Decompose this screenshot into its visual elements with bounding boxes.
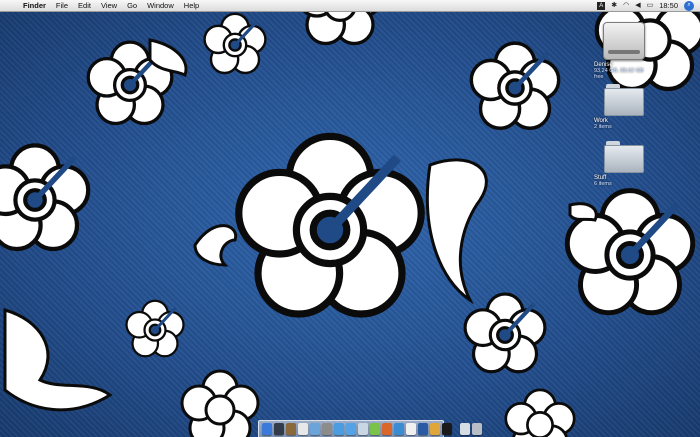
stuff-folder-label: Stuff 6 items xyxy=(594,175,654,187)
menu-file[interactable]: File xyxy=(56,0,68,11)
desktop-icon-stuff[interactable]: Stuff 6 items xyxy=(574,141,674,187)
dock-dashboard-icon[interactable] xyxy=(274,423,284,435)
desktop-icon-work[interactable]: Work 2 items xyxy=(574,84,674,130)
menu-extras: A ✱ ◠ ◀ ▭ 18:50 ⌕ xyxy=(597,0,694,11)
dock-trash-icon[interactable] xyxy=(472,423,482,435)
hard-drive-label: Denise 93,24 GB, 88,62 GB free xyxy=(594,62,654,80)
dock-photoshop-icon[interactable] xyxy=(418,423,428,435)
folder-icon xyxy=(604,141,644,173)
folder-icon xyxy=(604,84,644,116)
bluetooth-icon[interactable]: ✱ xyxy=(611,0,617,11)
stuff-folder-count: 6 items xyxy=(594,181,612,187)
apple-menu-icon[interactable] xyxy=(7,2,14,10)
dock-terminal-icon[interactable] xyxy=(442,423,452,435)
hard-drive-icon xyxy=(603,22,645,60)
work-folder-count: 2 items xyxy=(594,124,612,130)
dock-system-preferences-icon[interactable] xyxy=(322,423,332,435)
dock-garageband-icon[interactable] xyxy=(430,423,440,435)
menu-window[interactable]: Window xyxy=(147,0,174,11)
dock-safari-icon[interactable] xyxy=(346,423,356,435)
dock-mail-icon[interactable] xyxy=(358,423,368,435)
menu-help[interactable]: Help xyxy=(184,0,199,11)
menu-view[interactable]: View xyxy=(101,0,117,11)
menu-bar: Finder File Edit View Go Window Help A ✱… xyxy=(0,0,700,12)
menu-go[interactable]: Go xyxy=(127,0,137,11)
hard-drive-info: 93,24 GB, 88,62 GB free xyxy=(594,68,644,80)
dock-textedit-icon[interactable] xyxy=(406,423,416,435)
clock[interactable]: 18:50 xyxy=(659,1,678,10)
dock xyxy=(258,420,482,437)
work-folder-label: Work 2 items xyxy=(594,118,654,130)
wifi-icon[interactable]: ◠ xyxy=(623,0,629,11)
dock-finder-icon[interactable] xyxy=(262,423,272,435)
menu-edit[interactable]: Edit xyxy=(78,0,91,11)
desktop-icon-hard-drive[interactable]: Denise 93,24 GB, 88,62 GB free xyxy=(574,22,674,80)
dock-itunes-icon[interactable] xyxy=(334,423,344,435)
dock-documents-stack-icon[interactable] xyxy=(460,423,470,435)
volume-icon[interactable]: ◀ xyxy=(635,0,640,11)
dock-ichat-icon[interactable] xyxy=(370,423,380,435)
dock-preview-icon[interactable] xyxy=(394,423,404,435)
keyboard-layout-icon[interactable]: A xyxy=(597,1,606,10)
menu-app-finder[interactable]: Finder xyxy=(23,0,46,11)
battery-icon[interactable]: ▭ xyxy=(647,0,654,11)
dock-address-book-icon[interactable] xyxy=(286,423,296,435)
dock-ical-icon[interactable] xyxy=(298,423,308,435)
spotlight-search-icon[interactable]: ⌕ xyxy=(684,0,694,11)
dock-firefox-icon[interactable] xyxy=(382,423,392,435)
dock-iphoto-icon[interactable] xyxy=(310,423,320,435)
